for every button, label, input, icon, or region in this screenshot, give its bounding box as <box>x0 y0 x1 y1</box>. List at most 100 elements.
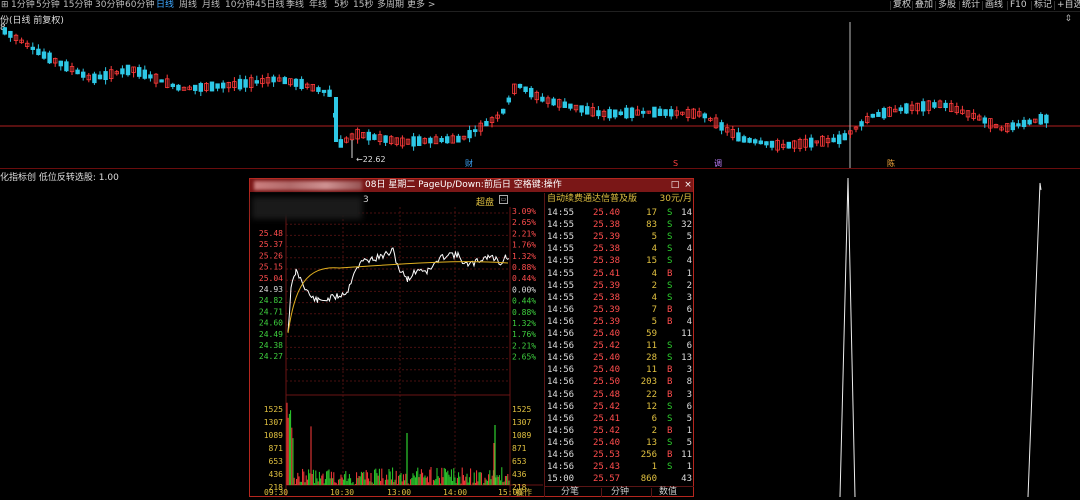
tick-row[interactable]: 14:56 25.53 256 B 11 <box>545 449 694 461</box>
candle-body <box>517 83 523 88</box>
tick-row[interactable]: 14:55 25.38 4 S 3 <box>545 292 694 304</box>
redacted-stock-name <box>254 181 362 190</box>
pct-tick-label: 0.44% <box>512 274 536 283</box>
tick-direction: S <box>667 437 673 448</box>
tick-price: 25.38 <box>593 292 621 303</box>
tick-row[interactable]: 14:55 25.39 5 S 5 <box>545 231 694 243</box>
candle-body <box>484 120 489 127</box>
tick-direction: B <box>667 365 673 376</box>
toolbar-button-7[interactable]: +自选 <box>1057 0 1080 11</box>
period-tab-0[interactable]: 1分钟 <box>11 0 35 11</box>
candle-body <box>629 107 635 118</box>
period-tab-2[interactable]: 15分钟 <box>63 0 92 11</box>
minute-svg: 25.48 25.37 25.26 25.15 25.04 24.93 24.82 24.71… <box>259 207 543 497</box>
tick-row[interactable]: 14:56 25.48 22 B 3 <box>545 389 694 401</box>
close-icon[interactable]: × <box>683 180 693 190</box>
tick-tabs: 分笔 分钟 数值 <box>545 486 694 498</box>
grid-icon[interactable]: ⊞ <box>1 0 9 11</box>
tick-direction: S <box>667 353 673 364</box>
tick-volume: 13 <box>646 437 657 448</box>
candle-body <box>192 84 198 91</box>
candle-body <box>859 121 864 127</box>
period-tab-13[interactable]: 15秒 <box>353 0 373 11</box>
period-tab-1[interactable]: 5分钟 <box>36 0 60 11</box>
toolbar-button-6[interactable]: 标记 <box>1034 0 1052 11</box>
tick-row[interactable]: 14:55 25.40 17 S 14 <box>545 207 694 219</box>
volume-tick-label: 1307 <box>264 418 283 427</box>
tick-tab-1[interactable]: 分钟 <box>611 487 629 498</box>
tick-row[interactable]: 14:56 25.39 5 B 4 <box>545 316 694 328</box>
tick-direction: B <box>667 450 673 460</box>
tick-volume: 5 <box>651 316 657 327</box>
tick-count: 4 <box>686 256 692 267</box>
tick-row[interactable]: 14:56 25.43 1 S 1 <box>545 461 694 473</box>
minimize-icon[interactable]: □ <box>670 180 680 190</box>
price-tick-label: 24.60 <box>259 319 283 328</box>
tick-row[interactable]: 14:56 25.42 2 B 1 <box>545 425 694 437</box>
tick-price: 25.53 <box>593 450 621 460</box>
period-tab-11[interactable]: 年线 <box>309 0 327 11</box>
minute-chart[interactable]: 3 超盘 ▭ 25.48 25.37 25.26 25.15 25.04 24.93 24.… <box>250 193 543 497</box>
intraday-popup[interactable]: 08日 星期二 PageUp/Down:前后日 空格键:操作 □ × 3 超盘 … <box>249 178 694 497</box>
toolbar-button-3[interactable]: 统计 <box>962 0 980 11</box>
period-tab-14[interactable]: 多周期 <box>377 0 404 11</box>
period-tab-7[interactable]: 月线 <box>202 0 220 11</box>
popup-titlebar[interactable]: 08日 星期二 PageUp/Down:前后日 空格键:操作 □ × <box>250 179 693 192</box>
pct-tick-label: 1.32% <box>512 319 536 328</box>
toolbar-button-5[interactable]: F10 <box>1010 0 1027 11</box>
tick-tab-2[interactable]: 数值 <box>659 487 677 498</box>
tick-volume: 256 <box>640 450 657 460</box>
candle-body <box>428 137 433 144</box>
time-tick-label: 13:00 <box>387 488 411 497</box>
kline-chart[interactable]: ←22.62 财 S 调 陈 <box>0 12 1080 168</box>
tick-row[interactable]: 14:56 25.40 59 11 <box>545 328 694 340</box>
tick-row[interactable]: 14:56 25.39 7 B 6 <box>545 304 694 316</box>
tick-time: 14:56 <box>547 353 575 364</box>
tick-row[interactable]: 14:56 25.42 11 S 6 <box>545 340 694 352</box>
pct-tick-label: 2.65% <box>512 218 536 227</box>
period-tab-10[interactable]: 季线 <box>286 0 304 11</box>
period-tab-12[interactable]: 5秒 <box>334 0 349 11</box>
tick-row[interactable]: 14:56 25.42 12 S 6 <box>545 401 694 413</box>
candle-body <box>444 136 450 144</box>
toolbar-button-4[interactable]: 画线 <box>985 0 1003 11</box>
candle-body <box>293 78 299 87</box>
tick-row[interactable]: 14:56 25.50 203 B 8 <box>545 376 694 388</box>
toolbar-button-2[interactable]: 多股 <box>938 0 956 11</box>
tick-list[interactable]: 自动续费通达信普及版 30元/月 14:55 25.40 17 S 14 14:55 25.… <box>544 193 694 497</box>
period-tab-5[interactable]: 日线 <box>156 0 174 11</box>
tick-row[interactable]: 14:55 25.41 4 B 1 <box>545 268 694 280</box>
period-tab-9[interactable]: 45日线 <box>255 0 284 11</box>
tick-volume: 15 <box>646 256 657 267</box>
overlay-box-icon[interactable]: ▭ <box>499 195 508 204</box>
tick-row[interactable]: 14:56 25.41 6 S 5 <box>545 413 694 425</box>
tick-time: 14:55 <box>547 268 575 279</box>
tick-row[interactable]: 14:55 25.38 4 S 4 <box>545 243 694 255</box>
tick-row[interactable]: 15:00 25.57 860 43 <box>545 473 694 485</box>
candle-body <box>148 74 153 79</box>
candle-body <box>881 107 887 119</box>
period-tab-3[interactable]: 30分钟 <box>95 0 124 11</box>
period-tab-6[interactable]: 周线 <box>179 0 197 11</box>
tick-time: 14:56 <box>547 341 575 352</box>
period-tab-8[interactable]: 10分钟 <box>225 0 254 11</box>
period-tab-15[interactable]: 更多 > <box>407 0 435 11</box>
overlay-label[interactable]: 超盘 <box>476 195 494 208</box>
tick-count: 1 <box>686 425 692 436</box>
tick-tab-0[interactable]: 分笔 <box>561 487 579 498</box>
tick-volume: 6 <box>651 413 657 424</box>
toolbar-button-1[interactable]: 叠加 <box>915 0 933 11</box>
tick-row[interactable]: 14:56 25.40 13 S 5 <box>545 437 694 449</box>
tick-row[interactable]: 14:56 25.40 28 S 13 <box>545 352 694 364</box>
tick-row[interactable]: 14:55 25.39 2 S 2 <box>545 280 694 292</box>
toolbar-button-0[interactable]: 复权 <box>893 0 911 11</box>
tick-time: 14:55 <box>547 256 575 267</box>
event-marker-2: 调 <box>714 159 722 168</box>
tick-row[interactable]: 14:55 25.38 15 S 4 <box>545 255 694 267</box>
tick-row[interactable]: 14:55 25.38 83 S 32 <box>545 219 694 231</box>
tick-price: 25.41 <box>593 268 621 279</box>
tick-row[interactable]: 14:56 25.40 11 B 3 <box>545 364 694 376</box>
candle-body <box>579 105 584 113</box>
period-tab-4[interactable]: 60分钟 <box>125 0 154 11</box>
tick-volume: 4 <box>651 244 657 255</box>
